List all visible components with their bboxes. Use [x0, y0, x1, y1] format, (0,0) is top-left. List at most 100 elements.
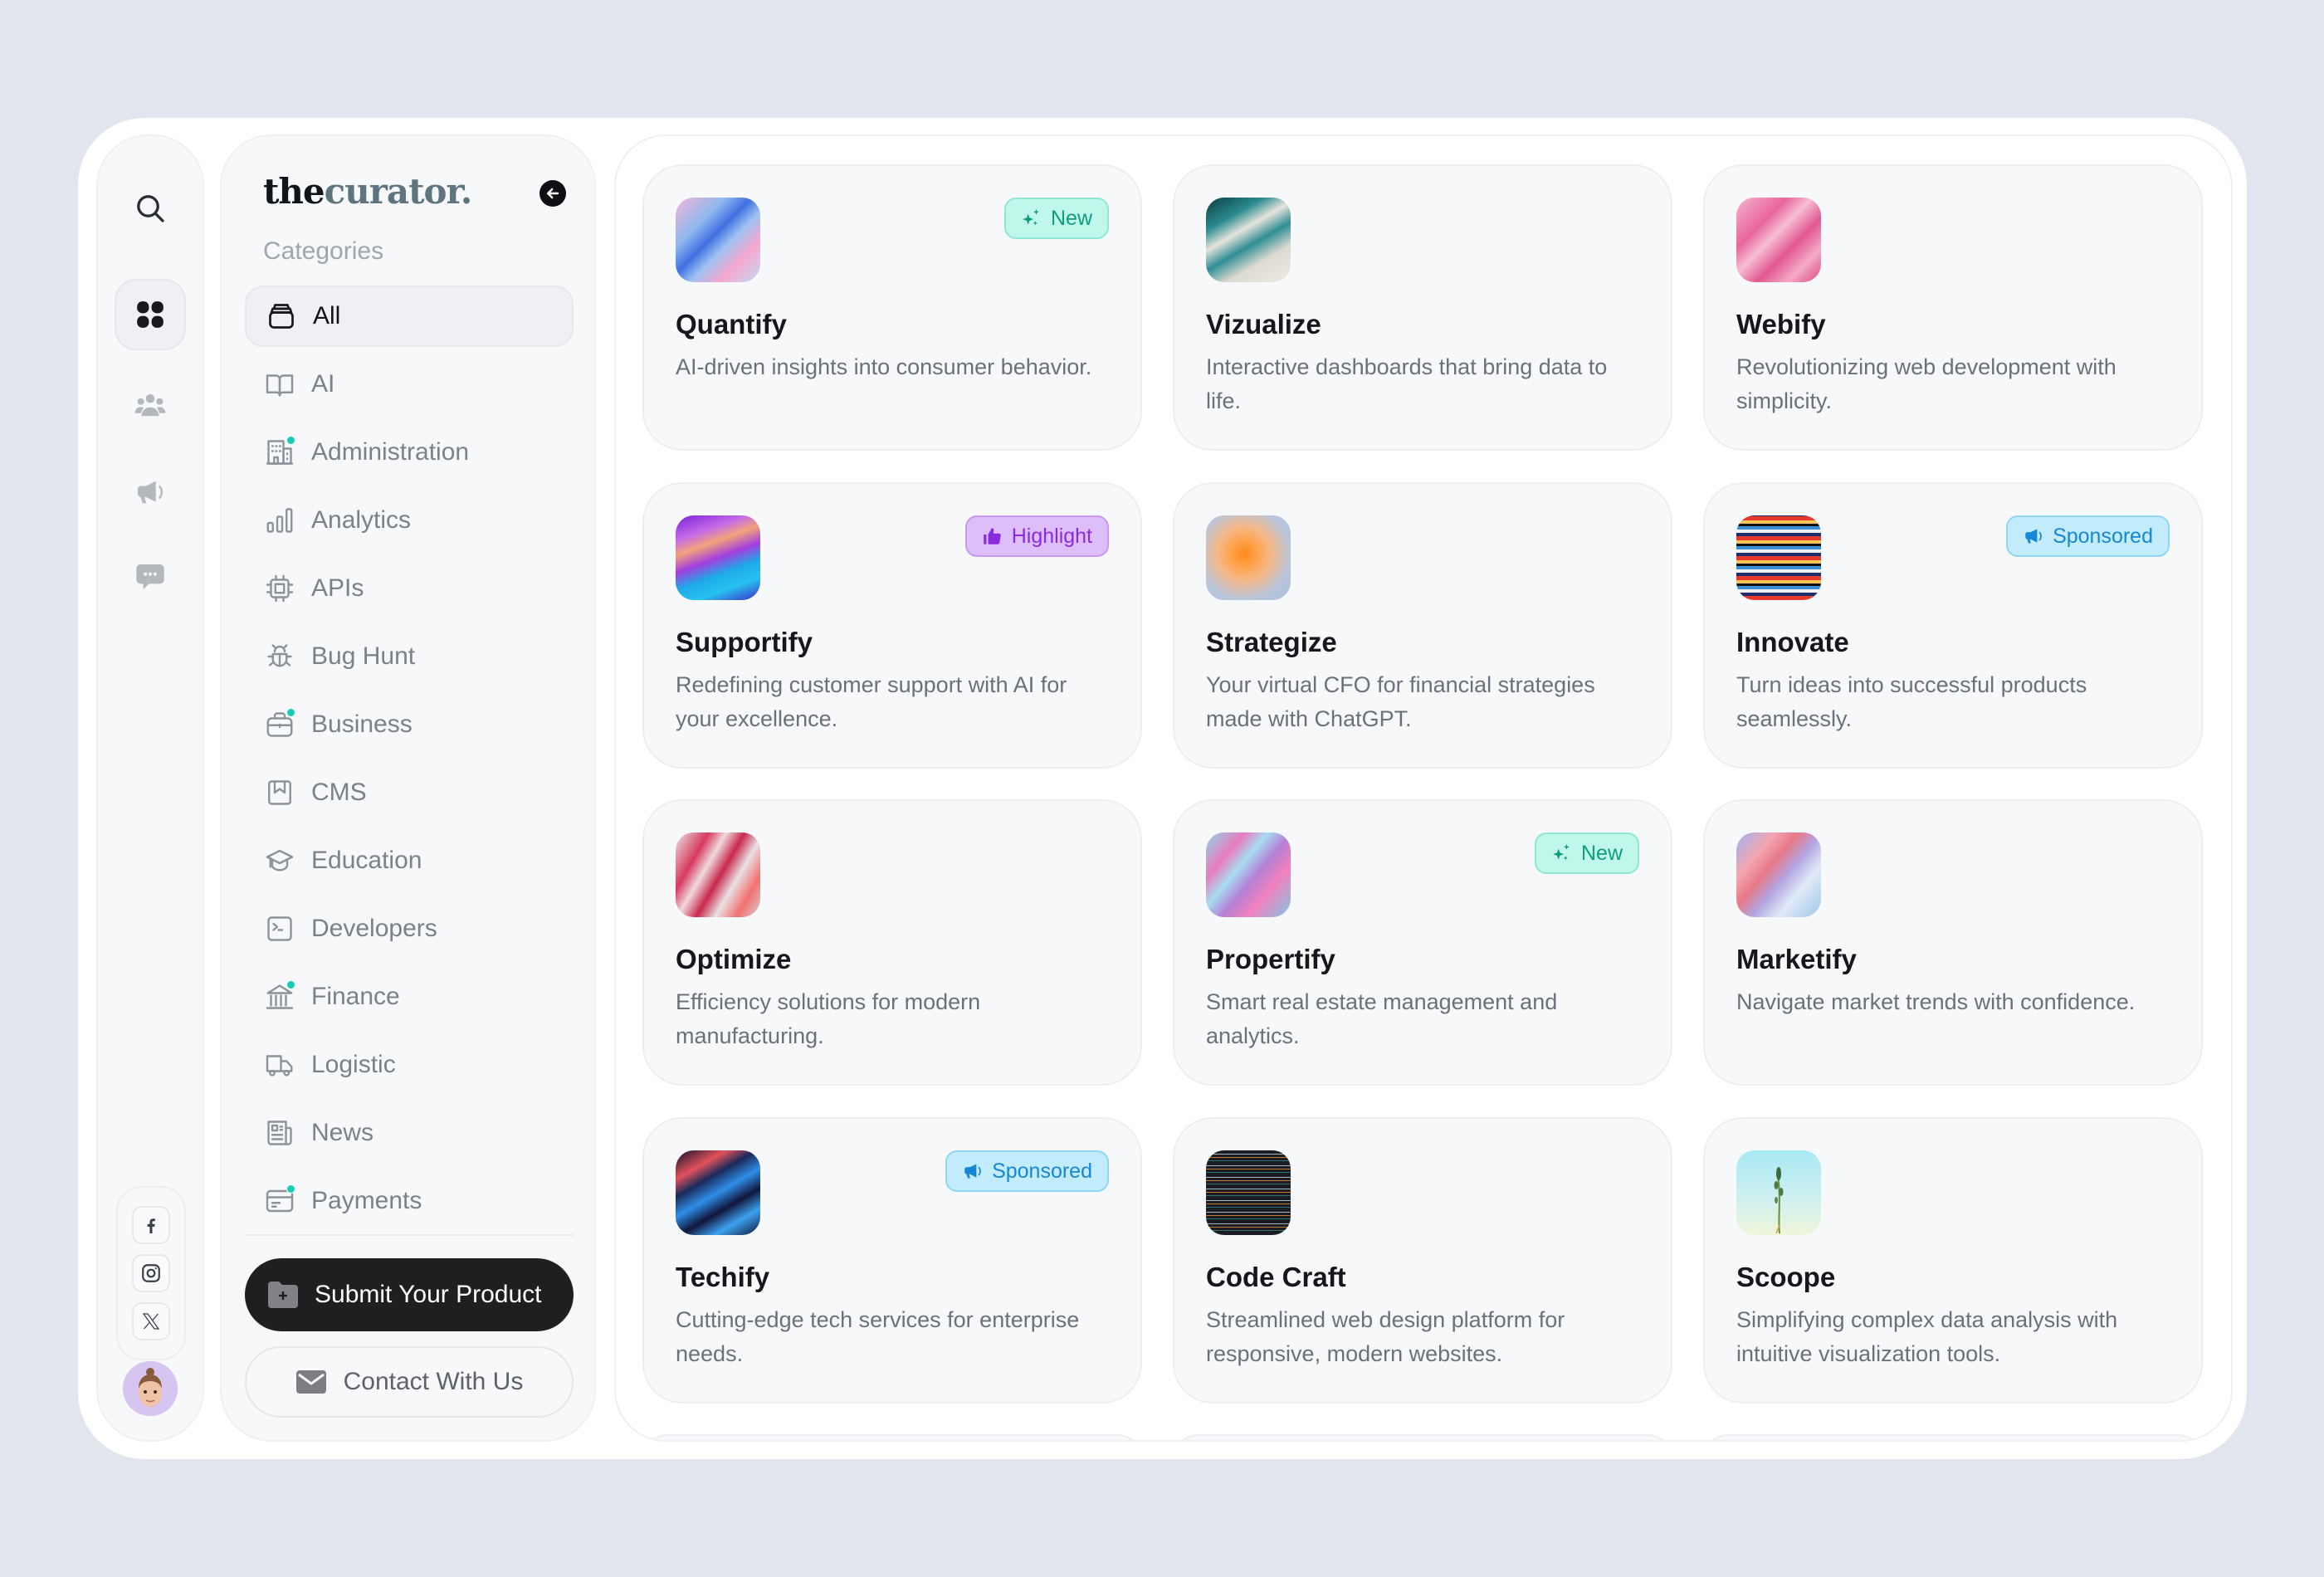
thumbs-up-icon [983, 528, 1001, 544]
product-thumbnail [1206, 832, 1291, 917]
facebook-link[interactable] [132, 1206, 170, 1244]
badge-label: New [1050, 206, 1092, 230]
folder-plus-icon [268, 1282, 298, 1308]
category-item-cms[interactable]: CMS [245, 762, 574, 823]
submit-product-button[interactable]: Submit Your Product [245, 1258, 574, 1331]
category-item-news[interactable]: News [245, 1102, 574, 1164]
social-links [116, 1186, 186, 1360]
product-card-scoope[interactable]: Scoope Simplifying complex data analysis … [1703, 1117, 2203, 1404]
product-name: Scoope [1736, 1262, 1836, 1292]
category-item-logistic[interactable]: Logistic [245, 1034, 574, 1096]
divider [245, 1234, 574, 1236]
graduation-cap-icon [263, 844, 296, 877]
grid-icon [137, 301, 164, 328]
category-item-administration[interactable]: Administration [245, 422, 574, 483]
category-label: Developers [311, 915, 437, 942]
product-thumbnail [1736, 515, 1821, 600]
notification-dot [286, 436, 295, 445]
category-item-payments[interactable]: Payments [245, 1170, 574, 1232]
product-name: Strategize [1206, 627, 1337, 657]
category-label: Business [311, 710, 413, 738]
arrow-left-icon [546, 188, 559, 199]
category-label: Administration [311, 438, 470, 466]
category-list: All AI Administration Analytics APIs Bug Hunt… [245, 286, 574, 1238]
product-card-supportify[interactable]: Highlight Supportify Redefining customer s… [642, 482, 1142, 769]
logo-curator: curator. [324, 171, 473, 212]
instagram-link[interactable] [132, 1254, 170, 1292]
rail-item-grid[interactable] [115, 279, 186, 350]
collapse-sidebar-button[interactable] [540, 180, 566, 207]
chat-icon [136, 564, 164, 589]
product-name: Propertify [1206, 944, 1335, 974]
product-card-marketify[interactable]: Marketify Navigate market trends with con… [1703, 799, 2203, 1086]
logo-the: the [263, 171, 325, 212]
credit-card-icon [263, 1184, 296, 1218]
user-avatar[interactable] [123, 1361, 178, 1416]
briefcase-icon [263, 708, 296, 741]
notification-dot [286, 1184, 295, 1194]
product-card-innovate[interactable]: Sponsored Innovate Turn ideas into success… [1703, 482, 2203, 769]
category-item-developers[interactable]: Developers [245, 898, 574, 959]
product-card-webify[interactable]: Webify Revolutionizing web development wi… [1703, 164, 2203, 451]
category-item-ai[interactable]: AI [245, 354, 574, 415]
category-label: Bug Hunt [311, 642, 416, 670]
category-label: All [313, 302, 341, 330]
rail-item-messages[interactable] [115, 541, 186, 613]
category-item-business[interactable]: Business [245, 694, 574, 755]
category-item-education[interactable]: Education [245, 830, 574, 891]
category-item-bug-hunt[interactable]: Bug Hunt [245, 626, 574, 687]
brand-logo[interactable]: thecurator. [263, 171, 473, 212]
product-thumbnail [676, 198, 760, 282]
envelope-icon [295, 1370, 326, 1394]
product-name: Code Craft [1206, 1262, 1346, 1292]
category-item-all[interactable]: All [245, 286, 574, 347]
product-name: Quantify [676, 309, 787, 339]
product-card-code-craft[interactable]: Code Craft Streamlined web design platfor… [1173, 1117, 1672, 1404]
product-name: Optimize [676, 944, 792, 974]
product-thumbnail [1736, 1150, 1821, 1235]
rail-item-announcements[interactable] [115, 456, 186, 528]
product-card-optimize[interactable]: Optimize Efficiency solutions for modern … [642, 799, 1142, 1086]
chip-icon [263, 572, 296, 605]
badge-label: Sponsored [2053, 524, 2153, 548]
product-card-partial[interactable] [642, 1434, 1142, 1440]
rail-item-community[interactable] [115, 370, 186, 442]
product-card-partial[interactable] [1173, 1434, 1672, 1440]
product-card-techify[interactable]: Sponsored Techify Cutting-edge tech servic… [642, 1117, 1142, 1404]
category-label: Payments [311, 1187, 422, 1214]
terminal-icon [263, 912, 296, 945]
product-card-quantify[interactable]: New Quantify AI-driven insights into consu… [642, 164, 1142, 451]
categories-panel: thecurator. Categories All AI Administrati… [220, 134, 596, 1442]
category-item-finance[interactable]: Finance [245, 966, 574, 1028]
category-item-apis[interactable]: APIs [245, 558, 574, 619]
search-button[interactable] [115, 173, 186, 244]
category-label: Finance [311, 983, 400, 1010]
product-thumbnail [1736, 198, 1821, 282]
product-name: Webify [1736, 309, 1826, 339]
badge-label: Sponsored [992, 1159, 1092, 1183]
bar-chart-icon [263, 504, 296, 537]
product-name: Supportify [676, 627, 813, 657]
category-label: Education [311, 847, 422, 874]
product-grid: New Quantify AI-driven insights into consu… [614, 134, 2233, 1442]
newspaper-icon [263, 1116, 296, 1150]
product-card-vizualize[interactable]: Vizualize Interactive dashboards that bri… [1173, 164, 1672, 451]
badge-new: New [1534, 832, 1639, 874]
product-card-strategize[interactable]: Strategize Your virtual CFO for financial… [1173, 482, 1672, 769]
category-item-analytics[interactable]: Analytics [245, 490, 574, 551]
search-icon [137, 195, 164, 222]
category-label: APIs [311, 574, 364, 602]
product-card-partial[interactable] [1703, 1434, 2203, 1440]
product-thumbnail [1206, 1150, 1291, 1235]
community-icon [134, 394, 166, 417]
category-label: AI [311, 370, 335, 398]
x-link[interactable] [132, 1302, 170, 1340]
bug-icon [263, 640, 296, 673]
sparkles-icon [1023, 209, 1039, 226]
category-label: News [311, 1119, 374, 1146]
product-card-propertify[interactable]: New Propertify Smart real estate managemen… [1173, 799, 1672, 1086]
product-thumbnail [676, 1150, 760, 1235]
category-label: CMS [311, 779, 367, 806]
product-description: Cutting-edge tech services for enterpris… [676, 1307, 1080, 1366]
contact-button[interactable]: Contact With Us [245, 1346, 574, 1418]
